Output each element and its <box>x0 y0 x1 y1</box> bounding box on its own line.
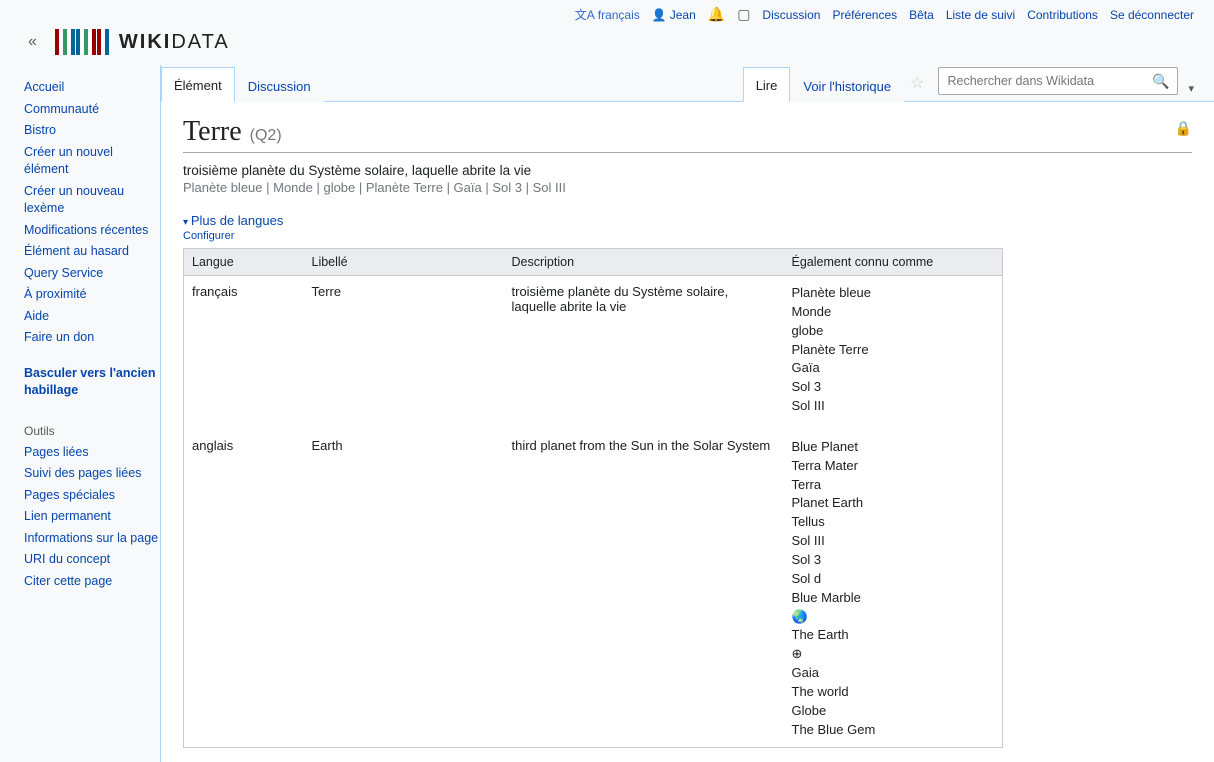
sidebar-donate[interactable]: Faire un don <box>24 330 94 344</box>
sidebar-page-info[interactable]: Informations sur la page <box>24 531 158 545</box>
sidebar-nav: Accueil Communauté Bistro Créer un nouve… <box>24 77 160 349</box>
alias-item: Tellus <box>792 513 995 532</box>
alias-item: 🌏 <box>792 608 995 627</box>
sidebar-recent-changes[interactable]: Modifications récentes <box>24 223 148 237</box>
more-languages-toggle[interactable]: Plus de langues <box>183 213 283 228</box>
sidebar-create-lexeme[interactable]: Créer un nouveau lexème <box>24 184 124 216</box>
sidebar-communaute[interactable]: Communauté <box>24 102 99 116</box>
alias-item: Globe <box>792 702 995 721</box>
alias-item: ⊕ <box>792 645 995 664</box>
sidebar-permalink[interactable]: Lien permanent <box>24 509 111 523</box>
alias-item: Monde <box>792 303 995 322</box>
sidebar-random-item[interactable]: Élément au hasard <box>24 244 129 258</box>
sidebar-nearby[interactable]: À proximité <box>24 287 87 301</box>
protection-lock-icon: 🔒 <box>1175 120 1192 137</box>
alias-item: Blue Marble <box>792 589 995 608</box>
cell-description[interactable]: troisième planète du Système solaire, la… <box>504 276 784 424</box>
tab-history[interactable]: Voir l'historique <box>790 68 904 102</box>
cell-label[interactable]: Earth <box>304 424 504 748</box>
th-aka: Également connu comme <box>784 249 1003 276</box>
username-label: Jean <box>670 8 696 22</box>
alias-item: globe <box>792 322 995 341</box>
language-switch-label: français <box>598 8 640 22</box>
alias-item: The world <box>792 683 995 702</box>
search-icon[interactable]: 🔍 <box>1144 73 1177 90</box>
sidebar-tools: Pages liées Suivi des pages liées Pages … <box>24 442 160 593</box>
sidebar-special-pages[interactable]: Pages spéciales <box>24 488 115 502</box>
alias-item: Planet Earth <box>792 494 995 513</box>
alias-item: Sol III <box>792 397 995 416</box>
sidebar-linked-changes[interactable]: Suivi des pages liées <box>24 466 141 480</box>
th-label: Libellé <box>304 249 504 276</box>
page-title: Terre <box>183 116 242 148</box>
alias-item: Sol d <box>792 570 995 589</box>
watch-star-icon[interactable]: ☆ <box>904 65 930 101</box>
languages-table: Langue Libellé Description Également con… <box>183 248 1003 748</box>
alias-item: Planète Terre <box>792 341 995 360</box>
th-description: Description <box>504 249 784 276</box>
cell-aliases[interactable]: Planète bleueMondeglobePlanète TerreGaïa… <box>784 276 1003 424</box>
top-link-logout[interactable]: Se déconnecter <box>1110 8 1194 22</box>
tab-discussion[interactable]: Discussion <box>235 68 324 102</box>
sidebar-tools-label: Outils <box>24 416 160 442</box>
notices-icon[interactable]: ▢ <box>737 6 750 23</box>
top-link-discussion[interactable]: Discussion <box>762 8 820 22</box>
configure-link[interactable]: Configurer <box>183 228 1192 242</box>
main-content: Élément Discussion Lire Voir l'historiqu… <box>160 65 1214 762</box>
sidebar-concept-uri[interactable]: URI du concept <box>24 552 110 566</box>
alias-item: Terra Mater <box>792 457 995 476</box>
alias-item: Gaia <box>792 664 995 683</box>
sidebar-accueil[interactable]: Accueil <box>24 80 64 94</box>
item-description: troisième planète du Système solaire, la… <box>183 153 1192 178</box>
table-row: anglaisEarththird planet from the Sun in… <box>184 424 1003 748</box>
alias-item: Gaïa <box>792 359 995 378</box>
th-language: Langue <box>184 249 304 276</box>
top-link-watchlist[interactable]: Liste de suivi <box>946 8 1015 22</box>
sidebar-help[interactable]: Aide <box>24 309 49 323</box>
cell-language: français <box>184 276 304 424</box>
top-link-preferences[interactable]: Préférences <box>832 8 897 22</box>
cell-description[interactable]: third planet from the Sun in the Solar S… <box>504 424 784 748</box>
alias-item: Sol 3 <box>792 378 995 397</box>
alias-item: The Earth <box>792 626 995 645</box>
search-input[interactable] <box>939 70 1144 92</box>
tab-element[interactable]: Élément <box>161 67 235 102</box>
search-box[interactable]: 🔍 <box>938 67 1178 95</box>
alias-item: The Blue Gem <box>792 721 995 740</box>
user-icon: 👤 <box>652 8 667 22</box>
sidebar-create-item[interactable]: Créer un nouvel élément <box>24 145 113 177</box>
logo-text: WIKIDATA <box>119 31 230 54</box>
wikidata-logo[interactable]: WIKIDATA <box>55 29 230 55</box>
table-row: françaisTerretroisième planète du Systèm… <box>184 276 1003 424</box>
sidebar-query-service[interactable]: Query Service <box>24 266 103 280</box>
item-aliases-line: Planète bleue | Monde | globe | Planète … <box>183 178 1192 195</box>
user-link[interactable]: 👤 Jean <box>652 8 696 22</box>
item-qid: (Q2) <box>250 127 282 145</box>
logo-bars-icon <box>55 29 109 55</box>
sidebar-bistro[interactable]: Bistro <box>24 123 56 137</box>
sidebar-linked-pages[interactable]: Pages liées <box>24 445 89 459</box>
language-switch[interactable]: 文A français <box>575 6 640 23</box>
cell-language: anglais <box>184 424 304 748</box>
more-menu-icon[interactable]: ▾ <box>1178 82 1200 101</box>
top-links: Discussion Préférences Bêta Liste de sui… <box>762 8 1194 22</box>
sidebar: Accueil Communauté Bistro Créer un nouve… <box>0 65 160 762</box>
sidebar-cite[interactable]: Citer cette page <box>24 574 112 588</box>
notifications-icon[interactable]: 🔔 <box>708 6 725 23</box>
translate-icon: 文A <box>575 6 595 23</box>
cell-aliases[interactable]: Blue PlanetTerra MaterTerraPlanet EarthT… <box>784 424 1003 748</box>
alias-item: Planète bleue <box>792 284 995 303</box>
alias-item: Blue Planet <box>792 438 995 457</box>
alias-item: Sol III <box>792 532 995 551</box>
alias-item: Terra <box>792 476 995 495</box>
alias-item: Sol 3 <box>792 551 995 570</box>
top-link-beta[interactable]: Bêta <box>909 8 934 22</box>
cell-label[interactable]: Terre <box>304 276 504 424</box>
sidebar-switch-skin[interactable]: Basculer vers l'ancien habillage <box>24 366 156 398</box>
tab-read[interactable]: Lire <box>743 67 791 102</box>
top-link-contributions[interactable]: Contributions <box>1027 8 1098 22</box>
collapse-sidebar-icon[interactable]: « <box>28 33 45 51</box>
